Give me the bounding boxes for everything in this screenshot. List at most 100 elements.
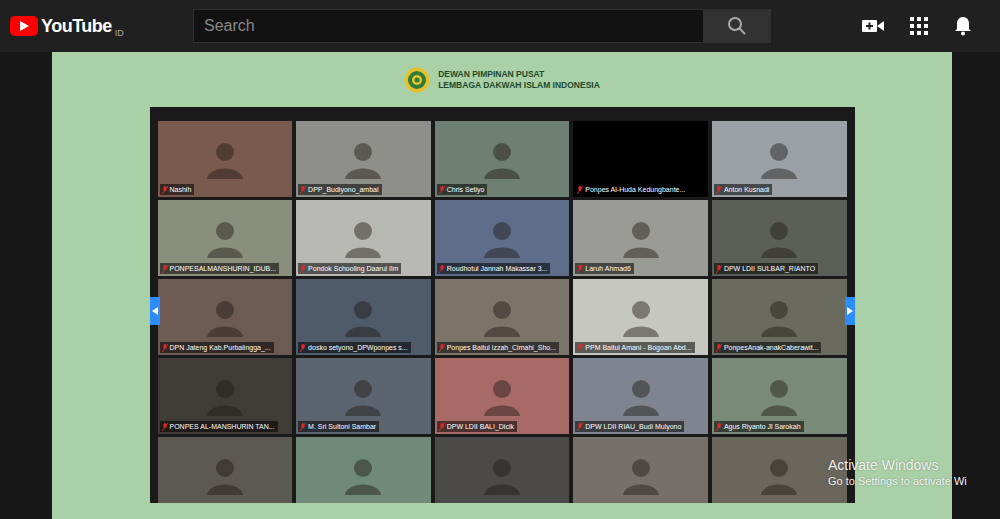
muted-mic-icon — [439, 265, 445, 273]
next-page-button[interactable] — [845, 297, 855, 325]
participant-name: PONPES AL-MANSHURIN TAN... — [170, 422, 275, 431]
participant-video — [343, 218, 383, 258]
participant-tile[interactable]: DPP_Budiyono_ambal — [296, 121, 431, 197]
participant-name: Roudhotul Jannah Makassar 3... — [447, 264, 548, 273]
apps-grid-icon[interactable] — [910, 17, 928, 35]
participant-tile[interactable]: Nashih — [158, 121, 293, 197]
participant-tile[interactable]: PPM Baitul Amani - Bogoan Abd... — [573, 279, 708, 355]
participant-video — [205, 139, 245, 179]
participant-label: Chris Setiyo — [437, 184, 488, 195]
participant-tile[interactable]: Chris Setiyo — [435, 121, 570, 197]
participant-grid: Nashih DPP_Budiyono_ambal Chris Setiyo Ponp… — [158, 121, 847, 503]
muted-mic-icon — [439, 344, 445, 352]
participant-name: dosko setyono_DPWponpes s... — [308, 343, 408, 352]
muted-mic-icon — [300, 186, 306, 194]
muted-mic-icon — [716, 344, 722, 352]
logo-text[interactable]: YouTube — [41, 16, 112, 37]
muted-mic-icon — [300, 344, 306, 352]
participant-tile[interactable]: Agus Riyanto Jl Sarokah — [712, 358, 847, 434]
search-bar — [193, 9, 771, 43]
top-bar: YouTubeID — [0, 0, 1000, 52]
participant-tile[interactable]: Ponpes Al-Huda Kedungbante... — [573, 121, 708, 197]
participant-name: DPW LDII RIAU_Budi Mulyono — [585, 422, 681, 431]
participant-tile[interactable]: Laruh Ahmad6 — [573, 200, 708, 276]
participant-tile[interactable]: DPN Jateng Kab.Purbalingga_... — [158, 279, 293, 355]
participant-tile[interactable]: Anton Kusnadi — [712, 121, 847, 197]
youtube-logo[interactable]: YouTubeID — [10, 15, 193, 38]
participant-tile[interactable]: Ponpes Baitul izzah_Cimahi_Sho... — [435, 279, 570, 355]
muted-mic-icon — [162, 186, 168, 194]
video-player[interactable]: DEWAN PIMPINAN PUSATLEMBAGA DAKWAH ISLAM… — [52, 52, 952, 519]
participant-tile[interactable]: M. Sri Sultoni Sambar — [296, 358, 431, 434]
participant-video — [759, 376, 799, 416]
participant-tile[interactable]: PONPESALMANSHURIN_IDUB... — [158, 200, 293, 276]
participant-label: Roudhotul Jannah Makassar 3... — [437, 263, 551, 274]
participant-tile[interactable] — [435, 437, 570, 503]
participant-label: PONPESALMANSHURIN_IDUB... — [160, 263, 280, 274]
participant-name: DPN Jateng Kab.Purbalingga_... — [170, 343, 271, 352]
participant-video — [621, 376, 661, 416]
participant-tile[interactable]: DPW LDII SULBAR_RIANTO — [712, 200, 847, 276]
participant-tile[interactable] — [573, 437, 708, 503]
participant-tile[interactable]: dosko setyono_DPWponpes s... — [296, 279, 431, 355]
participant-tile[interactable]: DPW LDII RIAU_Budi Mulyono — [573, 358, 708, 434]
participant-video — [759, 218, 799, 258]
bell-icon[interactable] — [954, 16, 972, 36]
participant-tile[interactable]: Roudhotul Jannah Makassar 3... — [435, 200, 570, 276]
previous-page-button[interactable] — [150, 297, 160, 325]
participant-name: Chris Setiyo — [447, 185, 485, 194]
muted-mic-icon — [300, 265, 306, 273]
main-area: DEWAN PIMPINAN PUSATLEMBAGA DAKWAH ISLAM… — [0, 52, 1000, 519]
participant-name: Nashih — [170, 185, 192, 194]
right-arrow-icon — [847, 307, 853, 315]
participant-tile[interactable] — [296, 437, 431, 503]
participant-label: dosko setyono_DPWponpes s... — [298, 342, 411, 353]
participant-video — [482, 139, 522, 179]
participant-tile[interactable]: PONPES AL-MANSHURIN TAN... — [158, 358, 293, 434]
participant-name: Ponpes Baitul izzah_Cimahi_Sho... — [447, 343, 556, 352]
magnifier-icon — [727, 16, 747, 36]
participant-name: DPP_Budiyono_ambal — [308, 185, 378, 194]
participant-video — [759, 139, 799, 179]
header-actions — [862, 16, 986, 36]
participant-video — [205, 297, 245, 337]
participant-video — [621, 455, 661, 495]
create-video-icon[interactable] — [862, 18, 884, 34]
watermark-title: Activate Windows — [828, 457, 967, 474]
participant-video — [759, 455, 799, 495]
participant-video — [205, 376, 245, 416]
participant-label: Agus Riyanto Jl Sarokah — [714, 421, 804, 432]
participant-video — [482, 376, 522, 416]
search-input[interactable] — [193, 9, 703, 43]
participant-label: DPW LDII RIAU_Budi Mulyono — [575, 421, 684, 432]
header-line: DEWAN PIMPINAN PUSAT — [438, 69, 600, 80]
meeting-gallery: Nashih DPP_Budiyono_ambal Chris Setiyo Ponp… — [150, 107, 855, 503]
muted-mic-icon — [439, 186, 445, 194]
participant-label: Ponpes Baitul izzah_Cimahi_Sho... — [437, 342, 559, 353]
participant-video — [482, 455, 522, 495]
participant-name: Ponpes Al-Huda Kedungbante... — [585, 185, 685, 194]
participant-name: DPW LDII SULBAR_RIANTO — [724, 264, 815, 273]
participant-tile[interactable]: DPW LDII BALI_Dicik — [435, 358, 570, 434]
participant-video — [343, 376, 383, 416]
watermark-subtitle: Go to Settings to activate Wi — [828, 474, 967, 488]
search-button[interactable] — [703, 9, 771, 43]
muted-mic-icon — [577, 186, 583, 194]
ldii-emblem-icon — [404, 67, 430, 93]
participant-tile[interactable]: Pondok Schooling Daarul Ilm — [296, 200, 431, 276]
muted-mic-icon — [716, 423, 722, 431]
participant-label: Anton Kusnadi — [714, 184, 773, 195]
participant-video — [759, 297, 799, 337]
organization-name: DEWAN PIMPINAN PUSATLEMBAGA DAKWAH ISLAM… — [438, 69, 600, 91]
muted-mic-icon — [162, 423, 168, 431]
activation-watermark: Activate WindowsGo to Settings to activa… — [828, 457, 967, 488]
participant-tile[interactable] — [712, 437, 847, 503]
participant-name: M. Sri Sultoni Sambar — [308, 422, 376, 431]
play-icon — [10, 16, 38, 36]
participant-video — [482, 297, 522, 337]
participant-tile[interactable]: PonpesAnak-anakCaberawit... — [712, 279, 847, 355]
muted-mic-icon — [162, 265, 168, 273]
participant-label: DPP_Budiyono_ambal — [298, 184, 381, 195]
participant-tile[interactable] — [158, 437, 293, 503]
participant-name: Pondok Schooling Daarul Ilm — [308, 264, 398, 273]
